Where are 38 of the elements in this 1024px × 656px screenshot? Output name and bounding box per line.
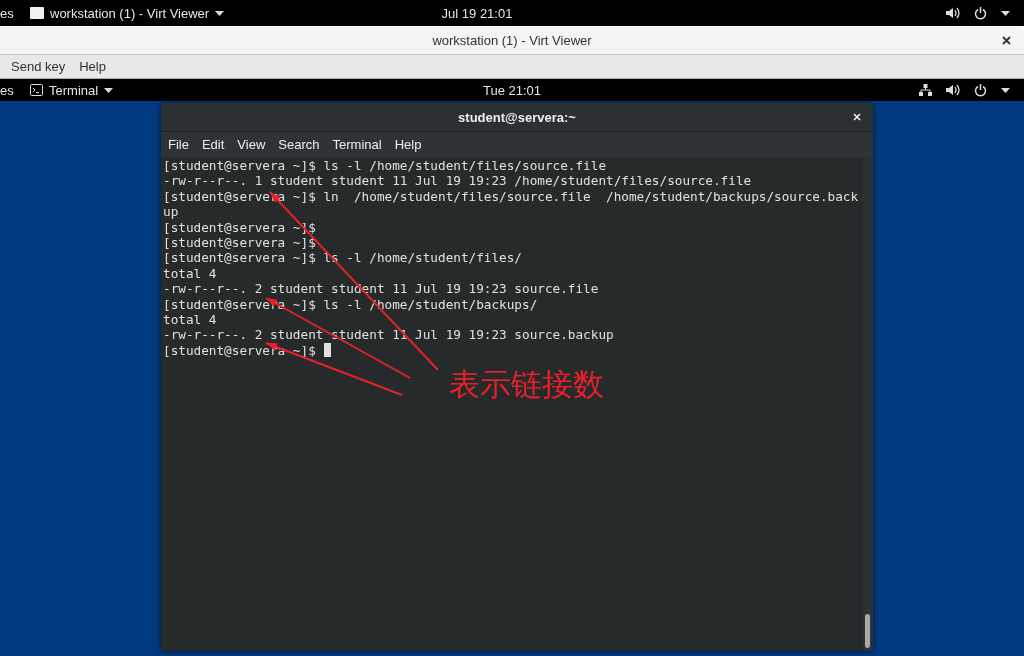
power-icon[interactable] — [974, 6, 987, 20]
annotation-text: 表示链接数 — [449, 365, 604, 404]
activities-label[interactable]: es — [0, 5, 30, 21]
terminal-line: [student@servera ~]$ ls -l /home/student/files/source.file — [163, 158, 607, 174]
activities-label[interactable]: es — [0, 82, 30, 98]
close-icon[interactable] — [1002, 36, 1011, 45]
terminal-line: up — [163, 204, 179, 220]
menu-item[interactable]: View — [237, 137, 266, 152]
terminal-line: total 4 — [163, 311, 217, 328]
scrollbar-thumb[interactable] — [865, 614, 870, 648]
menu-item[interactable]: Edit — [201, 137, 225, 152]
terminal-line: [student@servera ~]$ — [163, 342, 316, 359]
terminal-icon — [30, 84, 43, 96]
terminal-line: total 4 — [163, 265, 217, 282]
cursor — [323, 343, 331, 358]
network-icon[interactable] — [919, 84, 932, 96]
menu-item[interactable]: Help — [394, 137, 422, 152]
power-icon[interactable] — [974, 83, 987, 97]
app-menu[interactable]: Terminal — [30, 82, 114, 98]
menu-item[interactable]: Send key — [11, 59, 66, 74]
clock[interactable]: Jul 19 21:01 — [441, 5, 513, 21]
terminal-line: [student@servera ~]$ — [163, 234, 316, 251]
menu-item[interactable]: Terminal — [332, 137, 382, 152]
caret-icon — [215, 10, 225, 16]
menu-item[interactable]: Help — [79, 59, 106, 74]
clock[interactable]: Tue 21:01 — [482, 82, 542, 98]
caret-icon — [104, 87, 114, 93]
menu-item[interactable]: Search — [278, 137, 320, 152]
window-title: student@servera:~ — [458, 109, 576, 125]
caret-icon[interactable] — [1001, 87, 1010, 93]
app-menu[interactable]: workstation (1) - Virt Viewer — [30, 5, 225, 21]
caret-icon[interactable] — [1001, 10, 1010, 16]
window-icon — [30, 7, 44, 19]
window-title: workstation (1) - Virt Viewer — [432, 32, 592, 48]
terminal-line: -rw-r--r--. 1 student student 11 Jul 19 19:23 /home/student/files/source.file — [163, 173, 752, 189]
menu-item[interactable]: File — [168, 137, 189, 152]
volume-icon[interactable] — [946, 84, 960, 96]
volume-icon[interactable] — [946, 7, 960, 19]
